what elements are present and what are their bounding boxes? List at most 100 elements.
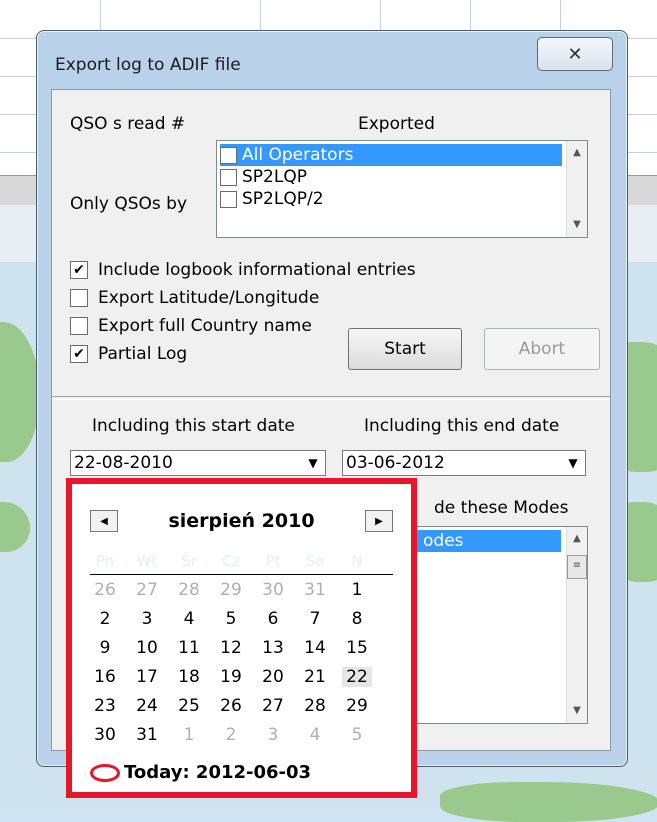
title-bar[interactable]: Export log to ADIF file ✕ [37,31,627,89]
chevron-down-icon[interactable]: ▼ [563,453,583,473]
calendar-day[interactable]: 25 [174,696,204,716]
calendar-day[interactable]: 18 [174,667,204,687]
arrow-right-icon: ▶ [375,515,383,527]
separator [52,396,610,400]
weekday-label: Śr [181,552,197,570]
operators-listbox[interactable]: ✔ All Operators SP2LQP SP2LQP/2 ▲ ▼ [216,140,588,238]
calendar-day[interactable]: 4 [174,609,204,629]
checkbox-export-latlon[interactable] [70,289,88,307]
option-label: Export Latitude/Longitude [98,288,320,308]
operator-label: All Operators [242,145,354,165]
end-date-label: Including this end date [364,416,560,436]
calendar-month-title[interactable]: sierpień 2010 [72,510,411,532]
next-month-button[interactable]: ▶ [365,510,393,532]
calendar-day[interactable]: 27 [258,696,288,716]
calendar-day[interactable]: 7 [300,609,330,629]
calendar-day[interactable]: 21 [300,667,330,687]
calendar-day[interactable]: 6 [258,609,288,629]
calendar-day[interactable]: 1 [174,725,204,745]
calendar-day[interactable]: 4 [300,725,330,745]
calendar-day[interactable]: 26 [216,696,246,716]
calendar-day[interactable]: 28 [174,580,204,600]
checkbox-export-country[interactable] [70,317,88,335]
operator-checkbox-sp2lqp[interactable] [220,168,237,186]
operator-item-sp2lqp-2[interactable]: SP2LQP/2 [220,188,324,210]
operator-item-all[interactable]: ✔ All Operators [220,144,562,166]
operator-item-sp2lqp[interactable]: SP2LQP [220,166,307,188]
today-label: Today: 2012-06-03 [124,762,312,783]
calendar-day[interactable]: 22 [342,667,372,687]
scroll-thumb[interactable]: ≡ [567,555,587,579]
calendar-day[interactable]: 29 [216,580,246,600]
scroll-up-icon[interactable]: ▲ [567,529,587,549]
calendar-day[interactable]: 29 [342,696,372,716]
modes-scrollbar[interactable]: ▲ ≡ ▼ [566,527,587,723]
option-label: Partial Log [98,344,188,364]
dialog-title: Export log to ADIF file [55,55,241,75]
calendar-day[interactable]: 30 [258,580,288,600]
calendar-day[interactable]: 16 [90,667,120,687]
calendar-day[interactable]: 8 [342,609,372,629]
calendar-day[interactable]: 26 [90,580,120,600]
checkbox-include-informational[interactable]: ✔ [70,261,88,279]
calendar-day[interactable]: 30 [90,725,120,745]
today-link[interactable]: Today: 2012-06-03 [90,762,311,783]
calendar-day[interactable]: 14 [300,638,330,658]
calendar-popup: ◀ sierpień 2010 ▶ Pn Wt Śr Cz Pt So N 26 27 28 29… [66,478,417,798]
calendar-day[interactable]: 23 [90,696,120,716]
calendar-day[interactable]: 28 [300,696,330,716]
close-button[interactable]: ✕ [537,37,613,71]
option-export-country[interactable]: Export full Country name [70,316,312,336]
start-button[interactable]: Start [348,328,462,370]
calendar-day[interactable]: 13 [258,638,288,658]
modes-item-label: odes [423,531,464,551]
calendar-day[interactable]: 31 [132,725,162,745]
calendar-day[interactable]: 5 [216,609,246,629]
exported-label: Exported [358,114,435,134]
start-date-value: 22-08-2010 [74,453,173,473]
calendar-day[interactable]: 5 [342,725,372,745]
calendar-day[interactable]: 24 [132,696,162,716]
calendar-day[interactable]: 9 [90,638,120,658]
calendar-day[interactable]: 11 [174,638,204,658]
scroll-down-icon[interactable]: ▼ [567,701,587,721]
calendar-day[interactable]: 31 [300,580,330,600]
end-date-picker[interactable]: 03-06-2012 ▼ [342,450,586,476]
weekday-label: So [305,552,325,570]
scroll-down-icon[interactable]: ▼ [567,215,587,235]
calendar-day[interactable]: 2 [90,609,120,629]
abort-button[interactable]: Abort [484,328,600,370]
calendar-day[interactable]: 27 [132,580,162,600]
calendar-day[interactable]: 10 [132,638,162,658]
weekday-divider [90,574,393,575]
calendar-day[interactable]: 1 [342,580,372,600]
weekday-label: N [351,552,363,570]
operator-checkbox-all[interactable]: ✔ [220,146,237,164]
start-date-label: Including this start date [92,416,295,436]
checkbox-partial-log[interactable]: ✔ [70,345,88,363]
calendar-day[interactable]: 19 [216,667,246,687]
chevron-down-icon[interactable]: ▼ [303,453,323,473]
calendar-day[interactable]: 3 [132,609,162,629]
start-date-picker[interactable]: 22-08-2010 ▼ [70,450,326,476]
calendar-day[interactable]: 15 [342,638,372,658]
today-circle-icon [90,763,120,782]
calendar-day[interactable]: 12 [216,638,246,658]
close-x-icon: ✕ [567,43,583,65]
weekday-label: Pt [265,552,281,570]
weekday-label: Cz [221,552,241,570]
calendar-day[interactable]: 20 [258,667,288,687]
operator-checkbox-sp2lqp-2[interactable] [220,190,237,208]
end-date-value: 03-06-2012 [346,453,445,473]
weekday-label: Pn [95,552,115,570]
scroll-up-icon[interactable]: ▲ [567,143,587,163]
option-partial-log[interactable]: ✔ Partial Log [70,344,187,364]
calendar-day[interactable]: 3 [258,725,288,745]
calendar-day[interactable]: 2 [216,725,246,745]
option-export-latlon[interactable]: Export Latitude/Longitude [70,288,319,308]
operators-scrollbar[interactable]: ▲ ▼ [566,141,587,237]
operator-label: SP2LQP [242,167,307,187]
modes-label: de these Modes [434,498,569,518]
calendar-day[interactable]: 17 [132,667,162,687]
option-include-informational[interactable]: ✔ Include logbook informational entries [70,260,416,280]
